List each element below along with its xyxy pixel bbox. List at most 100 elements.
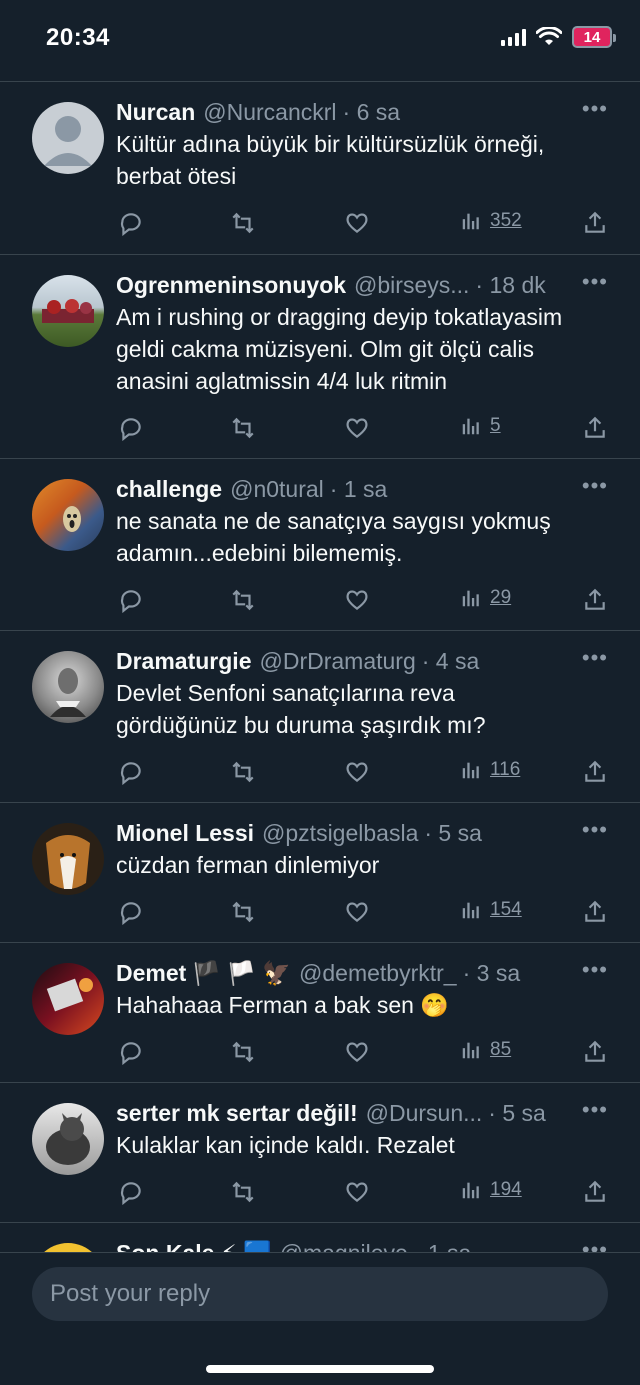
tweet-text: ne sanata ne de sanatçıya saygısı yokmuş… <box>116 508 551 566</box>
avatar[interactable] <box>32 963 104 1035</box>
share-icon[interactable] <box>582 1179 608 1205</box>
repost-icon[interactable] <box>230 1179 256 1205</box>
author-name[interactable]: challenge <box>116 473 222 505</box>
like-icon[interactable] <box>344 415 370 441</box>
repost-icon[interactable] <box>230 415 256 441</box>
tweet-actions: 154 <box>116 881 624 943</box>
like-icon[interactable] <box>344 899 370 925</box>
tweet-actions: 116 <box>116 741 624 803</box>
share-icon[interactable] <box>582 1039 608 1065</box>
views-count[interactable]: 116 <box>460 759 520 781</box>
repost-icon[interactable] <box>230 210 256 236</box>
repost-icon[interactable] <box>230 759 256 785</box>
reply-icon[interactable] <box>118 759 144 786</box>
share-icon[interactable] <box>582 759 608 785</box>
tweet-actions: 85 <box>116 1021 624 1083</box>
avatar[interactable] <box>32 1103 104 1175</box>
views-count[interactable]: 5 <box>460 415 501 437</box>
tweet-header: Mionel Lessi @pztsigelbasla · 5 sa <box>116 817 624 849</box>
like-icon[interactable] <box>344 210 370 236</box>
tweet-header: Son Kale ⚡ 🟦 @magnileve · 1 sa <box>116 1237 624 1252</box>
analytics-icon <box>462 1182 479 1199</box>
name-emoji-badges: ⚡ 🟦 <box>220 1237 271 1252</box>
reply-icon[interactable] <box>118 210 144 237</box>
avatar[interactable] <box>32 1243 104 1252</box>
share-icon[interactable] <box>582 210 608 236</box>
more-options-icon[interactable]: ••• <box>582 645 608 671</box>
avatar[interactable] <box>32 823 104 895</box>
reply-icon[interactable] <box>118 415 144 442</box>
author-handle[interactable]: @Dursun... <box>366 1097 483 1129</box>
author-handle[interactable]: @n0tural <box>230 473 324 505</box>
author-handle[interactable]: @pztsigelbasla <box>262 817 418 849</box>
author-name[interactable]: serter mk sertar değil! <box>116 1097 358 1129</box>
tweet-header: serter mk sertar değil! @Dursun... · 5 s… <box>116 1097 624 1129</box>
avatar[interactable] <box>32 102 104 174</box>
analytics-icon <box>462 1042 479 1059</box>
views-count[interactable]: 154 <box>460 899 522 921</box>
views-count[interactable]: 194 <box>460 1179 522 1201</box>
author-name[interactable]: Mionel Lessi <box>116 817 254 849</box>
like-icon[interactable] <box>344 759 370 785</box>
home-indicator[interactable] <box>206 1365 434 1373</box>
battery-icon: 14 <box>572 26 616 48</box>
tweet[interactable]: Demet 🏴 🏳️ 🦅 @demetbyrktr_ · 3 sa ••• Ha… <box>0 943 640 1083</box>
author-name[interactable]: Ogrenmeninsonuyok <box>116 269 346 301</box>
reply-input[interactable]: Post your reply <box>32 1267 608 1321</box>
avatar[interactable] <box>32 651 104 723</box>
tweet[interactable]: Nurcan @Nurcanckrl · 6 sa ••• Kültür adı… <box>0 82 640 255</box>
reply-icon[interactable] <box>118 587 144 614</box>
views-count[interactable]: 352 <box>460 210 522 232</box>
tweet-time: · 5 sa <box>424 820 482 846</box>
author-handle[interactable]: @Nurcanckrl <box>203 96 336 128</box>
tweet[interactable]: Ogrenmeninsonuyok @birseys... · 18 dk ••… <box>0 255 640 459</box>
tweet-time: · 1 sa <box>329 476 388 502</box>
tweet-header: Demet 🏴 🏳️ 🦅 @demetbyrktr_ · 3 sa <box>116 957 624 989</box>
repost-icon[interactable] <box>230 899 256 925</box>
views-count[interactable]: 85 <box>460 1039 511 1061</box>
author-name[interactable]: Nurcan <box>116 96 195 128</box>
share-icon[interactable] <box>582 587 608 613</box>
status-icons: 14 <box>501 26 616 48</box>
like-icon[interactable] <box>344 1039 370 1065</box>
like-icon[interactable] <box>344 587 370 613</box>
more-options-icon[interactable]: ••• <box>582 817 608 843</box>
more-options-icon[interactable]: ••• <box>582 957 608 983</box>
reply-icon[interactable] <box>118 1039 144 1066</box>
author-handle[interactable]: @birseys... <box>354 269 469 301</box>
more-options-icon[interactable]: ••• <box>582 269 608 295</box>
reply-icon[interactable] <box>118 899 144 926</box>
tweet[interactable]: Dramaturgie @DrDramaturg · 4 sa ••• Devl… <box>0 631 640 803</box>
tweet[interactable]: challenge @n0tural · 1 sa ••• ne sanata … <box>0 459 640 631</box>
tweet[interactable]: Son Kale ⚡ 🟦 @magnileve · 1 sa ••• <box>0 1223 640 1252</box>
author-handle[interactable]: @magnileve <box>280 1237 408 1252</box>
tweet-header: Ogrenmeninsonuyok @birseys... · 18 dk <box>116 269 624 301</box>
more-options-icon[interactable]: ••• <box>582 96 608 122</box>
tweet-time: · 3 sa <box>462 960 521 986</box>
more-options-icon[interactable]: ••• <box>582 1237 608 1252</box>
views-count[interactable]: 29 <box>460 587 511 609</box>
like-icon[interactable] <box>344 1179 370 1205</box>
share-icon[interactable] <box>582 415 608 441</box>
author-name[interactable]: Son Kale <box>116 1237 214 1252</box>
repost-icon[interactable] <box>230 587 256 613</box>
author-handle[interactable]: @demetbyrktr_ <box>299 957 457 989</box>
author-name[interactable]: Demet <box>116 957 186 989</box>
author-handle[interactable]: @DrDramaturg <box>259 645 415 677</box>
tweet-time: · 18 dk <box>475 272 546 298</box>
reply-feed[interactable]: Nurcan @Nurcanckrl · 6 sa ••• Kültür adı… <box>0 82 640 1252</box>
more-options-icon[interactable]: ••• <box>582 473 608 499</box>
author-name[interactable]: Dramaturgie <box>116 645 251 677</box>
reply-icon[interactable] <box>118 1179 144 1206</box>
repost-icon[interactable] <box>230 1039 256 1065</box>
more-options-icon[interactable]: ••• <box>582 1097 608 1123</box>
avatar[interactable] <box>32 479 104 551</box>
tweet[interactable]: Mionel Lessi @pztsigelbasla · 5 sa ••• c… <box>0 803 640 943</box>
name-emoji-flags: 🏴 🏳️ 🦅 <box>192 960 292 986</box>
analytics-icon <box>462 762 479 779</box>
share-icon[interactable] <box>582 899 608 925</box>
tweet-text: Hahahaaa Ferman a bak sen 🤭 <box>116 992 449 1018</box>
analytics-icon <box>462 213 479 230</box>
tweet[interactable]: serter mk sertar değil! @Dursun... · 5 s… <box>0 1083 640 1223</box>
avatar[interactable] <box>32 275 104 347</box>
